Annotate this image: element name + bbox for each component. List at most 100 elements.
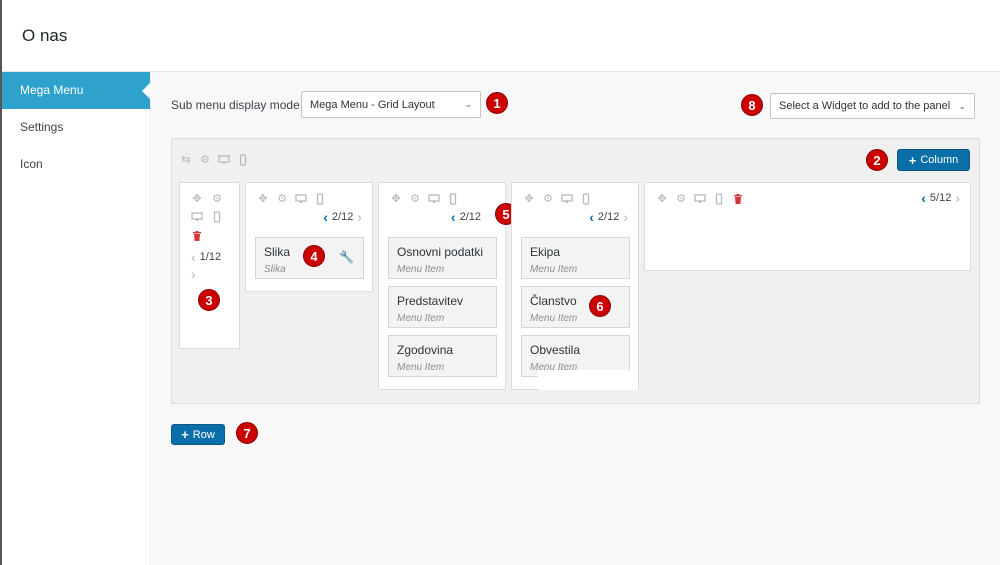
column-toolbar: ✥ ⚙: [390, 193, 459, 205]
item-subtitle: Menu Item: [397, 313, 445, 324]
plus-icon: +: [908, 152, 917, 168]
row-toolbar: ⇆ ⚙: [180, 154, 249, 166]
item-subtitle: Menu Item: [530, 313, 578, 324]
item-title: Predstavitev: [397, 294, 464, 308]
desktop-icon[interactable]: [295, 193, 307, 205]
submenu-mode-label: Sub menu display mode: [171, 98, 300, 112]
widget-select[interactable]: Select a Widget to add to the panel ⌄: [770, 93, 975, 119]
column-span-value: 2/12: [597, 211, 620, 223]
callout-badge-8: 8: [741, 94, 763, 116]
callout-badge-2: 2: [866, 149, 888, 171]
move-icon[interactable]: ✥: [191, 193, 203, 205]
span-increase[interactable]: ›: [191, 267, 196, 281]
column-span-control: ‹ 5/12 ›: [921, 191, 960, 205]
callout-badge-1: 1: [486, 92, 508, 114]
row-panel: ⇆ ⚙ 2 + Column ✥ ⚙ ‹ 1/12 › 3 ✥ ⚙ ‹ 2/12…: [171, 138, 980, 404]
add-column-label: Column: [920, 154, 959, 166]
item-subtitle: Menu Item: [397, 362, 445, 373]
desktop-icon[interactable]: [218, 154, 230, 166]
chevron-right-icon[interactable]: ›: [191, 267, 196, 281]
chevron-right-icon[interactable]: ›: [955, 191, 960, 205]
column-span-control: ‹ 2/12 ›: [589, 210, 628, 224]
callout-badge-3: 3: [198, 289, 220, 311]
column-4[interactable]: ✥ ⚙ ‹ 2/12 › Ekipa Menu Item Članstvo Me…: [511, 182, 639, 390]
item-title: Zgodovina: [397, 343, 454, 357]
gear-icon[interactable]: ⚙: [675, 193, 687, 205]
column-span-value: 2/12: [459, 211, 481, 223]
move-icon[interactable]: ✥: [390, 193, 402, 205]
column-span-value: 5/12: [929, 192, 952, 204]
gear-icon[interactable]: ⚙: [542, 193, 554, 205]
column-span-control: ‹ 2/12: [451, 210, 481, 224]
trash-icon[interactable]: [191, 230, 203, 242]
main-content: Sub menu display mode Mega Menu - Grid L…: [152, 72, 1000, 565]
column-toolbar: ✥ ⚙: [523, 193, 592, 205]
list-item[interactable]: Zgodovina Menu Item: [388, 335, 497, 377]
column-toolbar: ✥ ⚙: [656, 193, 744, 205]
callout-badge-6: 6: [589, 295, 611, 317]
column-span-control: ‹ 2/12 ›: [323, 210, 362, 224]
callout-badge-4: 4: [303, 245, 325, 267]
list-item[interactable]: Osnovni podatki Menu Item: [388, 237, 497, 279]
column-3[interactable]: ✥ ⚙ ‹ 2/12 Osnovni podatki Menu Item Pre…: [378, 182, 506, 390]
drag-overlay: [538, 370, 638, 390]
item-title: Ekipa: [530, 245, 561, 259]
chevron-left-icon[interactable]: ‹: [589, 210, 594, 224]
column-toolbar: ✥ ⚙: [257, 193, 326, 205]
sidebar-item-settings[interactable]: Settings: [2, 109, 150, 146]
gear-icon[interactable]: ⚙: [276, 193, 288, 205]
item-subtitle: Menu Item: [397, 264, 445, 275]
mobile-icon[interactable]: [237, 154, 249, 166]
move-icon[interactable]: ✥: [656, 193, 668, 205]
move-icon[interactable]: ✥: [257, 193, 269, 205]
mobile-icon[interactable]: [211, 211, 223, 223]
column-2[interactable]: ✥ ⚙ ‹ 2/12 › Slika Slika 🔧: [245, 182, 373, 292]
mobile-icon[interactable]: [314, 193, 326, 205]
chevron-down-icon: ⌄: [958, 100, 966, 111]
chevron-left-icon[interactable]: ‹: [451, 210, 456, 224]
wrench-icon[interactable]: 🔧: [339, 250, 354, 264]
gear-icon[interactable]: ⚙: [409, 193, 421, 205]
page-title: O nas: [22, 26, 68, 45]
chevron-right-icon[interactable]: ›: [623, 210, 628, 224]
gear-icon[interactable]: ⚙: [199, 154, 211, 166]
sidebar: Mega Menu Settings Icon: [2, 72, 151, 565]
plus-icon: +: [181, 427, 189, 442]
hide-icon[interactable]: ⇆: [180, 154, 192, 166]
submenu-mode-select[interactable]: Mega Menu - Grid Layout ⌄: [301, 91, 481, 118]
desktop-icon[interactable]: [428, 193, 440, 205]
column-toolbar: [191, 211, 223, 223]
move-icon[interactable]: ✥: [523, 193, 535, 205]
column-1[interactable]: ✥ ⚙ ‹ 1/12 ›: [179, 182, 240, 349]
trash-icon[interactable]: [732, 193, 744, 205]
submenu-mode-value: Mega Menu - Grid Layout: [310, 98, 435, 111]
page-header: O nas: [2, 0, 1000, 72]
mobile-icon[interactable]: [580, 193, 592, 205]
add-row-button[interactable]: + Row: [171, 424, 225, 445]
item-subtitle: Menu Item: [530, 264, 578, 275]
sidebar-item-mega-menu[interactable]: Mega Menu: [2, 72, 151, 109]
desktop-icon[interactable]: [694, 193, 706, 205]
column-span-value: 2/12: [331, 211, 354, 223]
add-column-button[interactable]: + Column: [897, 149, 970, 171]
desktop-icon[interactable]: [561, 193, 573, 205]
chevron-left-icon[interactable]: ‹: [191, 250, 196, 264]
list-item[interactable]: Ekipa Menu Item: [521, 237, 630, 279]
column-toolbar: ✥ ⚙: [191, 193, 223, 205]
desktop-icon[interactable]: [191, 211, 203, 223]
chevron-left-icon[interactable]: ‹: [921, 191, 926, 205]
column-5[interactable]: ✥ ⚙ ‹ 5/12 ›: [644, 182, 971, 271]
chevron-left-icon[interactable]: ‹: [323, 210, 328, 224]
list-item[interactable]: Predstavitev Menu Item: [388, 286, 497, 328]
gear-icon[interactable]: ⚙: [211, 193, 223, 205]
sidebar-item-icon[interactable]: Icon: [2, 146, 150, 183]
column-span-value: 1/12: [199, 251, 222, 263]
mobile-icon[interactable]: [713, 193, 725, 205]
widget-select-value: Select a Widget to add to the panel: [779, 100, 951, 112]
list-item[interactable]: Članstvo Menu Item: [521, 286, 630, 328]
callout-badge-7: 7: [236, 422, 258, 444]
chevron-down-icon: ⌄: [464, 99, 472, 109]
item-title: Osnovni podatki: [397, 245, 484, 259]
chevron-right-icon[interactable]: ›: [357, 210, 362, 224]
mobile-icon[interactable]: [447, 193, 459, 205]
